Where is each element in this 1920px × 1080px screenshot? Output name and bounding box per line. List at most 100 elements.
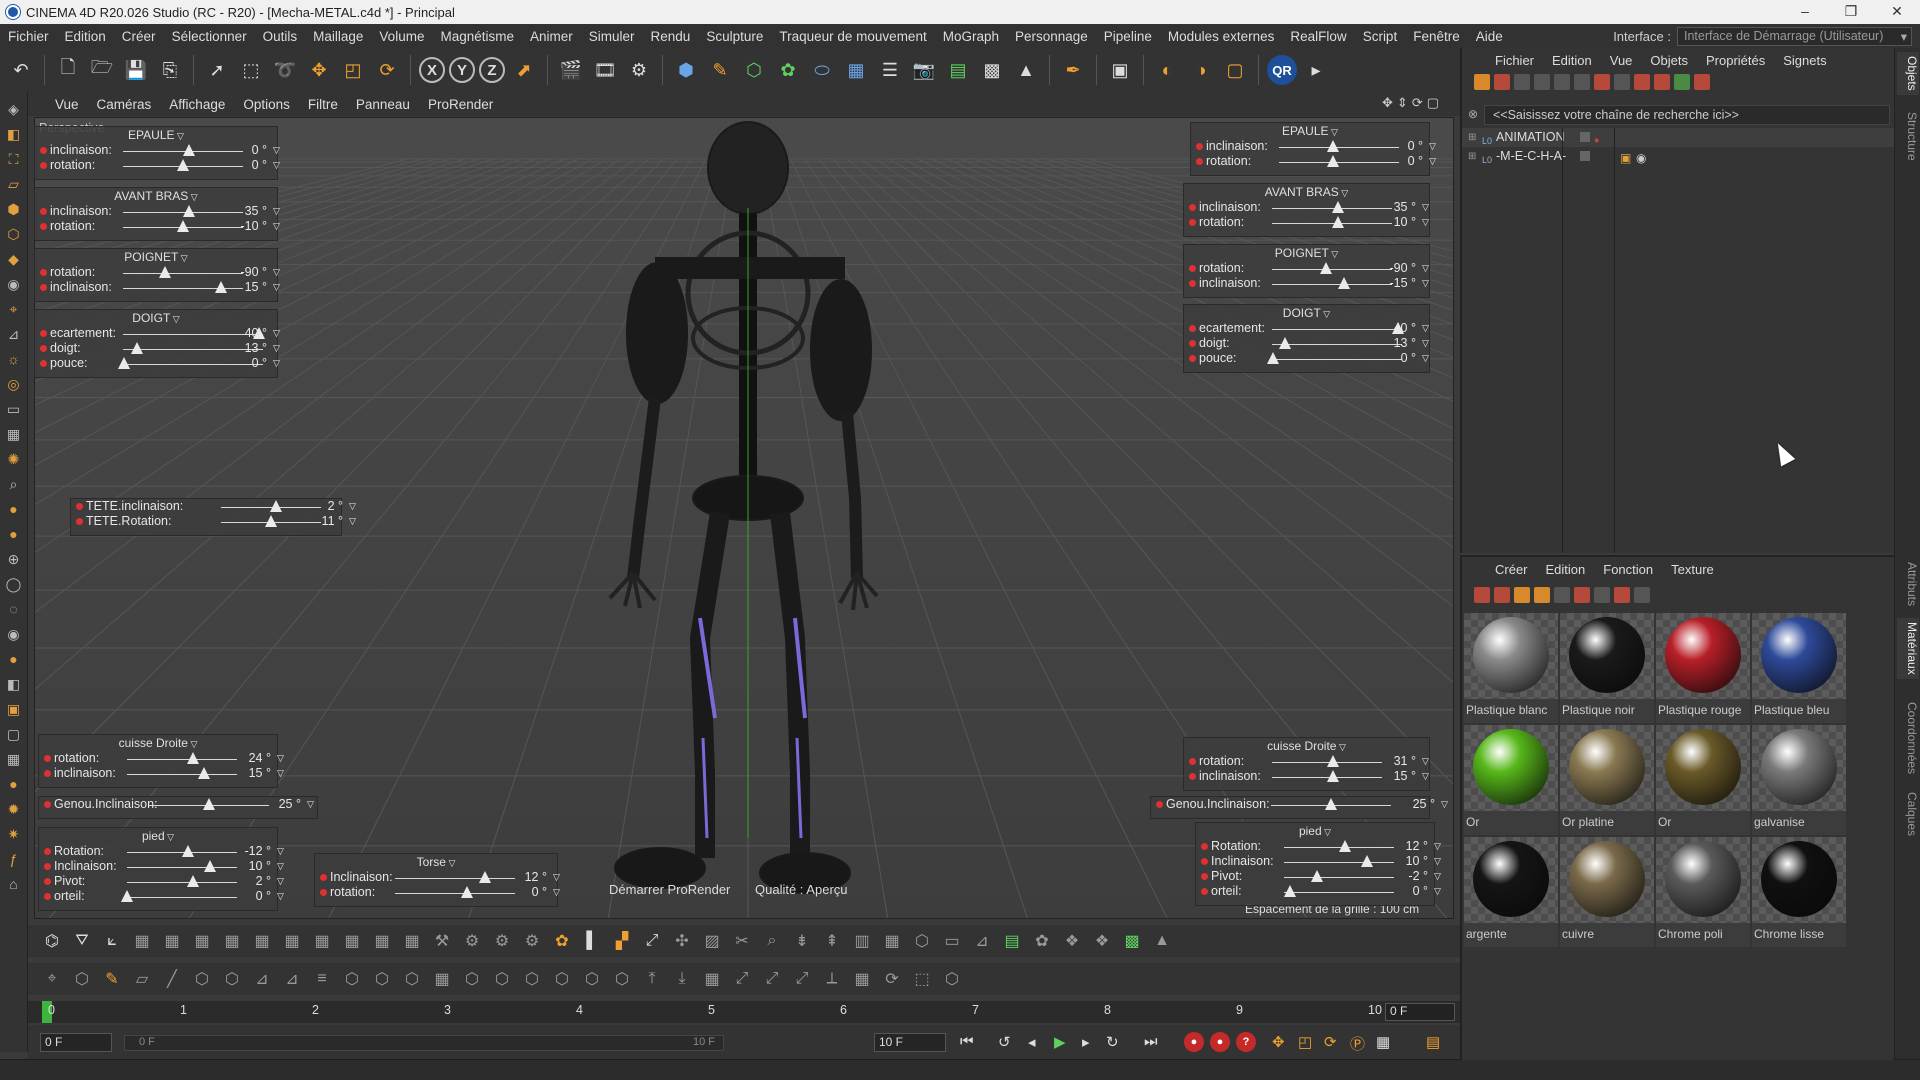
modeling-tool-icon[interactable]: ✿ [548, 927, 576, 955]
modeling-tool-icon[interactable]: ▌ [578, 927, 606, 955]
modeling-tool-icon[interactable]: ⤢ [638, 927, 666, 955]
dropdown-arrow-icon[interactable]: ▽ [1434, 839, 1441, 854]
hud-title[interactable]: AVANT BRAS [1184, 184, 1429, 200]
material-swatch[interactable]: Plastique rouge [1656, 613, 1750, 723]
objects-tool-icon[interactable] [1634, 74, 1650, 90]
keyframe-dot-icon[interactable] [40, 269, 47, 276]
dropdown-arrow-icon[interactable]: ▽ [273, 341, 280, 356]
viewport-menu-0[interactable]: Vue [46, 97, 88, 112]
viewport-menu-3[interactable]: Options [234, 97, 299, 112]
menu-15[interactable]: Pipeline [1096, 29, 1160, 44]
dropdown-arrow-icon[interactable]: ▽ [277, 859, 284, 874]
hud-slider-track[interactable] [395, 893, 515, 894]
hud-slider-track[interactable] [1284, 892, 1394, 893]
object-row-animation[interactable]: ⊞ L0 ANIMATION ● [1462, 128, 1896, 147]
keyframe-dot-icon[interactable] [1201, 843, 1208, 850]
hud-slider-value[interactable]: 13 ° [1380, 336, 1416, 351]
hud-slider-handle[interactable] [461, 886, 473, 898]
tag-icon[interactable]: ▣ [1620, 149, 1631, 168]
plugin-b-icon[interactable]: ◑ [1186, 55, 1216, 85]
field-icon[interactable]: ▩ [977, 55, 1007, 85]
hud-slider-value[interactable]: 0 ° [231, 356, 267, 371]
hud-panel-hud-right-cuisse[interactable]: cuisse Droiterotation: 31 ° ▽ inclinaison: 1… [1183, 737, 1430, 791]
hud-slider-value[interactable]: -90 ° [231, 265, 267, 280]
hud-slider-handle[interactable] [1360, 855, 1373, 867]
hud-title[interactable]: DOIGT [1184, 305, 1429, 321]
keyframe-dot-icon[interactable] [320, 874, 327, 881]
y-axis-toggle[interactable]: Y [449, 57, 475, 83]
hud-slider-track[interactable] [127, 867, 237, 868]
pen-spline-icon[interactable]: ✎ [705, 55, 735, 85]
render-queue-icon[interactable]: ▣ [1105, 55, 1135, 85]
materials-menu-3[interactable]: Texture [1662, 562, 1723, 577]
hud-slider-track[interactable] [1279, 162, 1399, 163]
start-prorender-button[interactable]: Démarrer ProRender [609, 882, 730, 897]
keyframe-dot-icon[interactable] [1196, 143, 1203, 150]
dropdown-arrow-icon[interactable]: ▽ [1422, 754, 1429, 769]
hud-slider-value[interactable]: 0 ° [1387, 139, 1423, 154]
objects-menu-5[interactable]: Signets [1774, 53, 1835, 68]
modeling-tool-icon[interactable]: ▦ [398, 927, 426, 955]
hud-slider-row[interactable]: rotation: 24 ° ▽ [39, 751, 284, 766]
hud-slider-value[interactable]: 25 ° [265, 797, 301, 812]
keyframe-dot-icon[interactable] [40, 330, 47, 337]
modeling-tool-icon[interactable]: ▥ [848, 927, 876, 955]
dropdown-arrow-icon[interactable]: ▽ [277, 844, 284, 859]
modeling-tool-icon[interactable]: ⚙ [518, 927, 546, 955]
dropdown-arrow-icon[interactable]: ▽ [1422, 261, 1429, 276]
keyframe-dot-icon[interactable] [40, 208, 47, 215]
hud-slider-row[interactable]: Inclinaison: 10 ° ▽ [1196, 854, 1441, 869]
edges-mode-icon[interactable]: ⬡ [3, 223, 25, 245]
materials-tool-icon[interactable] [1494, 587, 1510, 603]
select-cursor-icon[interactable]: ➚ [202, 55, 232, 85]
key-position-icon[interactable]: ✥ [1272, 1033, 1285, 1051]
hud-slider-track[interactable] [1284, 877, 1394, 878]
menu-6[interactable]: Volume [371, 29, 432, 44]
modeling-tool-icon[interactable]: ✎ [98, 965, 126, 993]
expand-icon[interactable]: ⊞ [1468, 128, 1482, 147]
objects-menu-1[interactable]: Edition [1543, 53, 1601, 68]
material-swatch[interactable]: Or [1656, 725, 1750, 835]
modeling-tool-icon[interactable]: ⤢ [788, 965, 816, 993]
hud-panel-hud-left-torse[interactable]: TorseInclinaison: 12 ° ▽ rotation: 0 ° ▽ [314, 853, 560, 907]
hud-slider-value[interactable]: 25 ° [1399, 797, 1435, 812]
keyframe-dot-icon[interactable] [1189, 219, 1196, 226]
keyframe-dot-icon[interactable] [1201, 858, 1208, 865]
previous-key-icon[interactable]: ↺ [998, 1033, 1011, 1051]
z-axis-toggle[interactable]: Z [479, 57, 505, 83]
side-tab-2[interactable]: Attributs [1897, 558, 1919, 610]
hud-panel-hud-left-avant_bras[interactable]: AVANT BRASinclinaison: 35 ° ▽ rotation: -10 … [34, 187, 280, 241]
modeling-tool-icon[interactable]: ✣ [668, 927, 696, 955]
material-swatch[interactable]: Or platine [1560, 725, 1654, 835]
hud-slider-row[interactable]: Rotation: 12 ° ▽ [1196, 839, 1441, 854]
hud-slider-row[interactable]: inclinaison: 15 ° ▽ [35, 280, 280, 295]
hud-panel-hud-left-tete[interactable]: TETE.inclinaison: 2 ° ▽ TETE.Rotation: 11 ° ▽ [70, 498, 356, 536]
modeling-tool-icon[interactable]: ✿ [1028, 927, 1056, 955]
hud-title[interactable]: AVANT BRAS [35, 188, 277, 204]
hud-slider-row[interactable]: inclinaison: 35 ° ▽ [35, 204, 280, 219]
dropdown-arrow-icon[interactable]: ▽ [277, 751, 284, 766]
objects-tool-icon[interactable] [1594, 74, 1610, 90]
menu-3[interactable]: Sélectionner [164, 29, 255, 44]
hud-panel-hud-left-poignet[interactable]: POIGNETrotation: -90 ° ▽ inclinaison: 15 ° ▽ [34, 248, 280, 302]
key-rotation-icon[interactable]: ⟳ [1324, 1033, 1337, 1051]
viewport-navigation-icons[interactable]: ✥⇕⟳▢ [1373, 95, 1452, 111]
hud-slider-row[interactable]: rotation: 31 ° ▽ [1184, 754, 1429, 769]
modeling-tool-icon[interactable]: ▨ [698, 927, 726, 955]
timeline-ruler[interactable]: 0 1 2 3 4 5 6 7 8 9 10 [42, 1001, 1388, 1023]
hud-title[interactable]: pied [1196, 823, 1434, 839]
modeling-tool-icon[interactable]: ⬡ [578, 965, 606, 993]
modeling-tool-icon[interactable]: ⤓ [668, 965, 696, 993]
render-view-icon[interactable]: 🎬 [556, 55, 586, 85]
scene-icon[interactable]: ☰ [875, 55, 905, 85]
dropdown-arrow-icon[interactable]: ▽ [1429, 154, 1436, 169]
modeling-tool-icon[interactable]: ▦ [128, 927, 156, 955]
hud-slider-track[interactable] [1272, 284, 1392, 285]
hud-slider-row[interactable]: rotation: 10 ° ▽ [1184, 215, 1429, 230]
modeling-tool-icon[interactable]: ⬡ [398, 965, 426, 993]
keyframe-dot-icon[interactable] [44, 863, 51, 870]
hud-slider-handle[interactable] [181, 845, 194, 857]
keyframe-dot-icon[interactable] [76, 503, 83, 510]
key-pla-icon[interactable]: ▦ [1376, 1033, 1390, 1051]
modeling-tool-icon[interactable]: ▤ [998, 927, 1026, 955]
